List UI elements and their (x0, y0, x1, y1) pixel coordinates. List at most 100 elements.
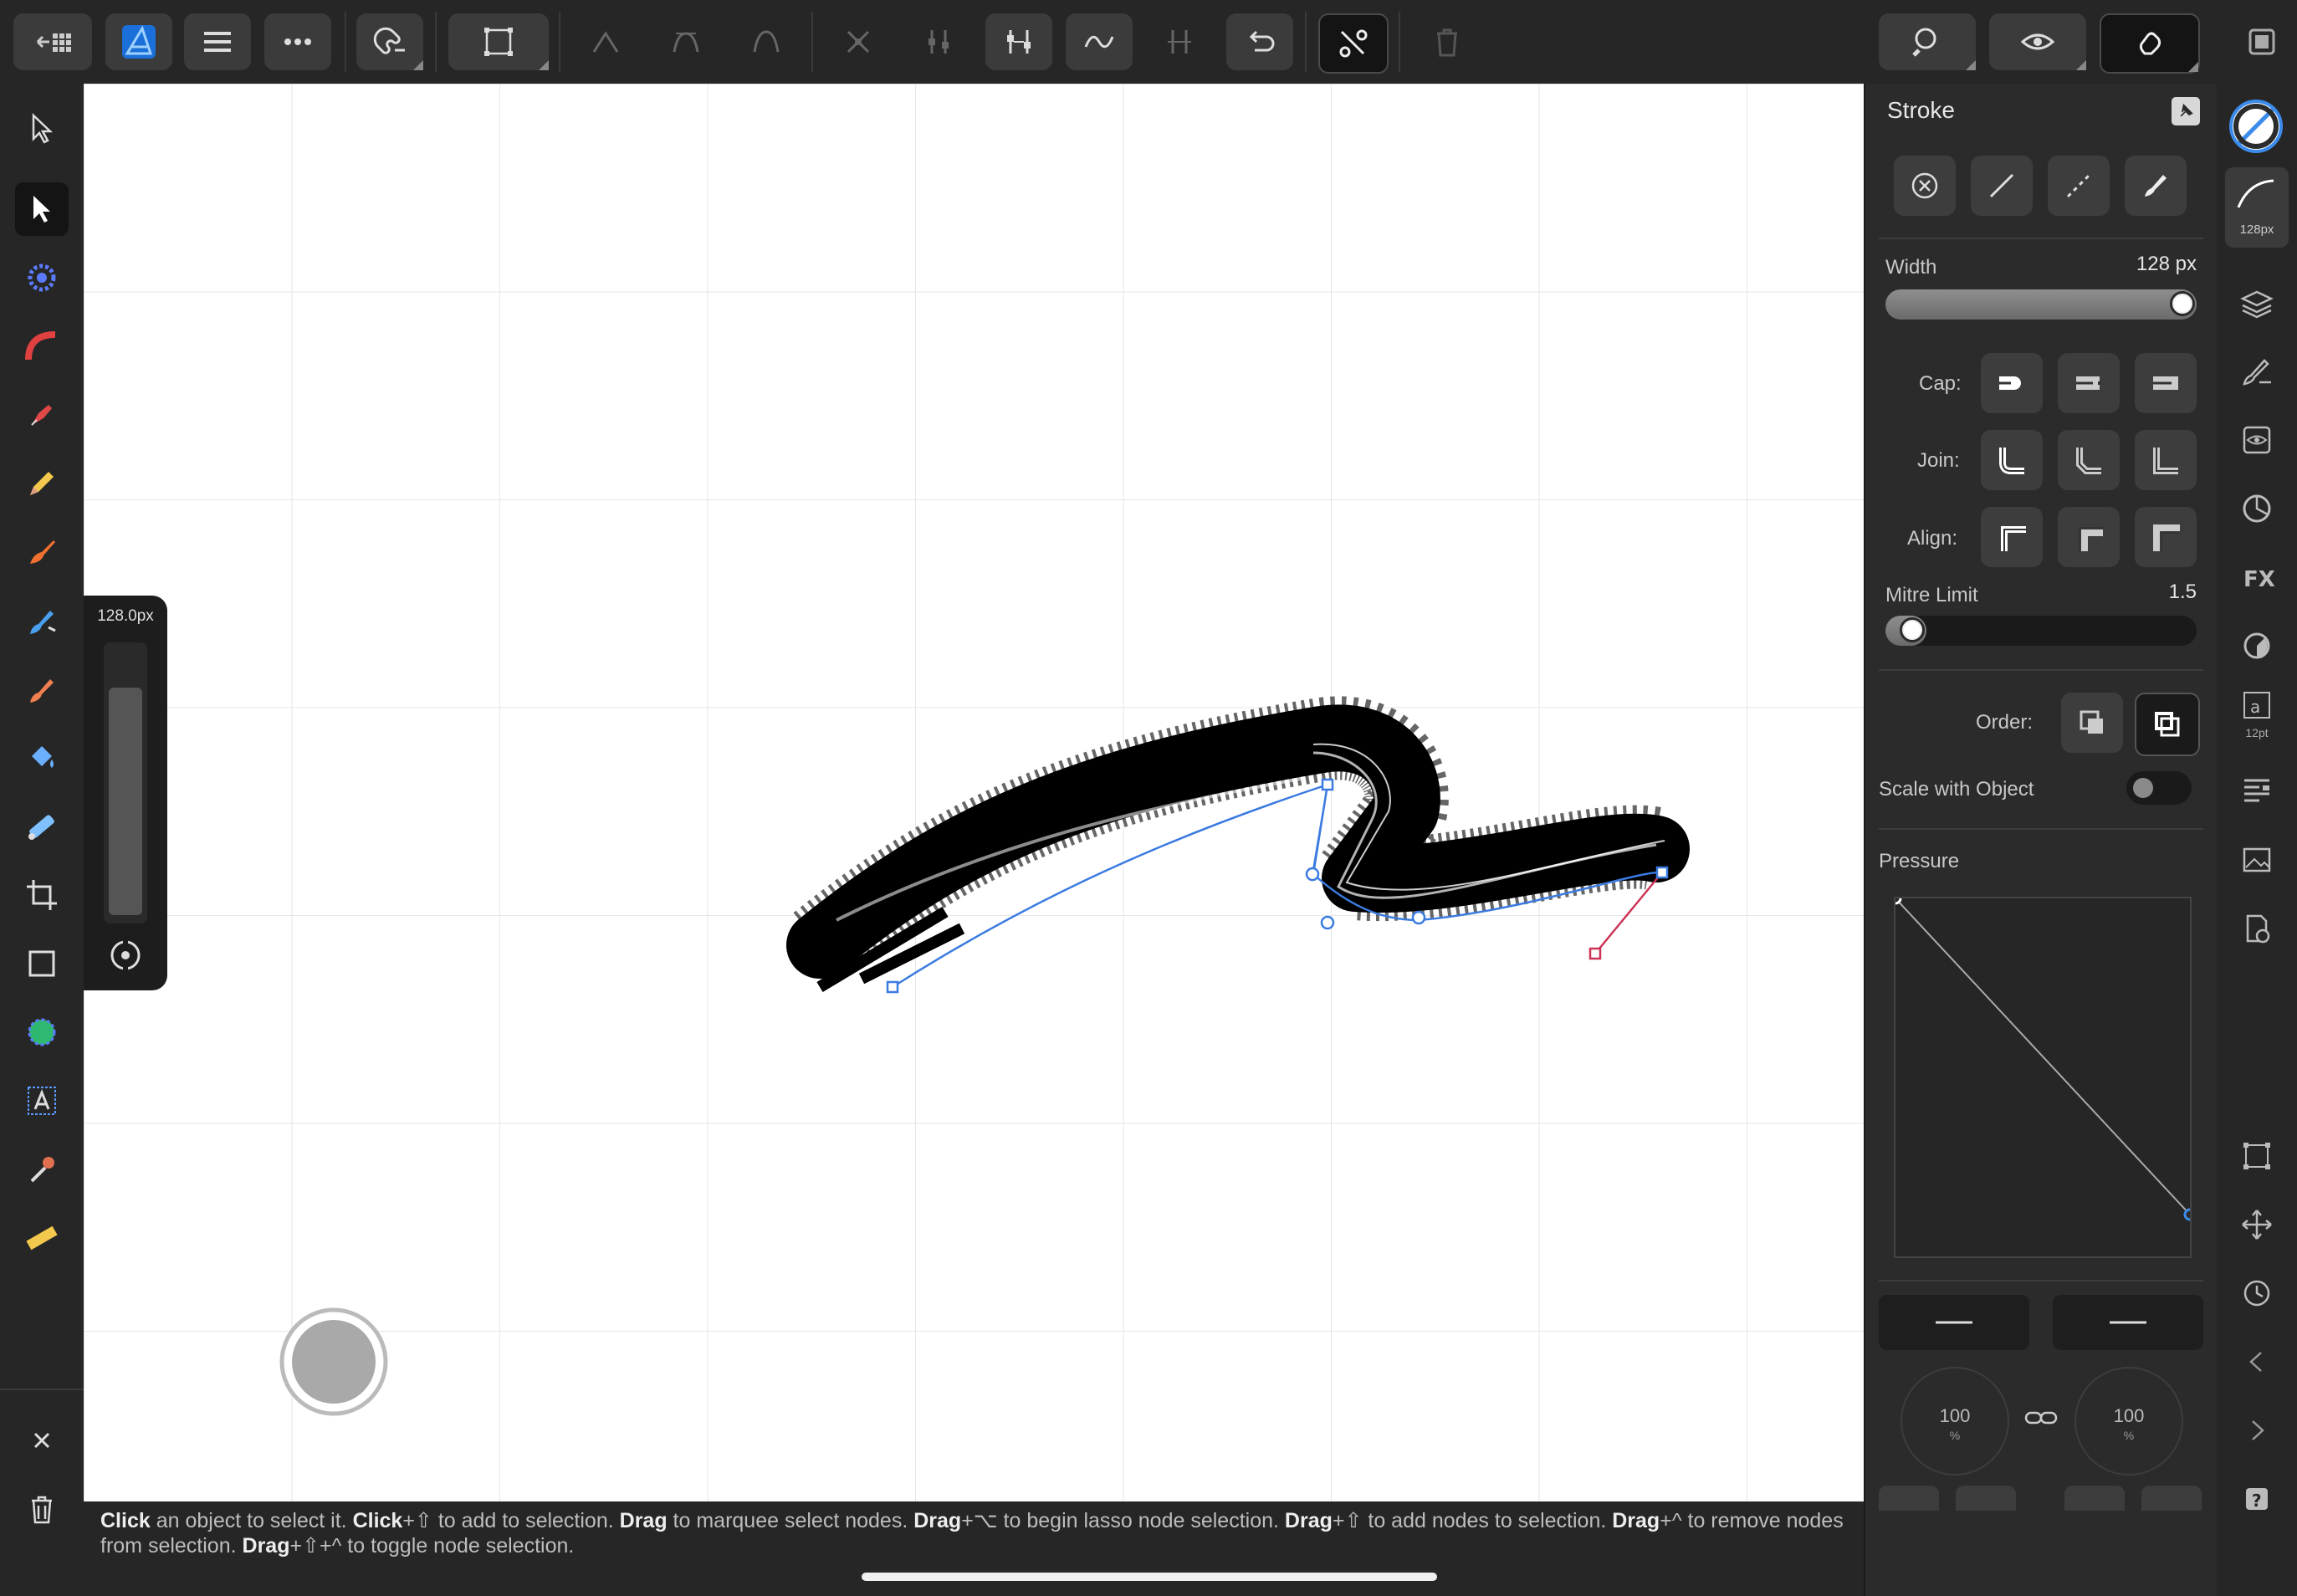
expand-panel-button[interactable] (2235, 1409, 2279, 1452)
delete-node-button[interactable] (1414, 13, 1481, 70)
smooth-curve-button[interactable] (985, 13, 1052, 70)
convert-smooth-button[interactable] (652, 13, 719, 70)
corner-tool[interactable] (15, 251, 69, 304)
measure-tool[interactable] (15, 1211, 69, 1265)
text-tool[interactable] (15, 1074, 69, 1128)
stroke-panel-tab[interactable]: 128px (2225, 167, 2289, 248)
paragraph-panel-tab[interactable] (2235, 770, 2279, 813)
panel-more-button[interactable] (2141, 1486, 2202, 1511)
convert-smart-button[interactable] (733, 13, 800, 70)
pencil-tool[interactable] (15, 457, 69, 510)
convert-sharp-button[interactable] (572, 13, 639, 70)
assistant-button[interactable] (2100, 13, 2200, 74)
cap-butt-button[interactable] (1981, 353, 2043, 413)
rectangle-tool[interactable] (15, 937, 69, 990)
panel-more-button[interactable] (1956, 1486, 2016, 1511)
assets-panel-tab[interactable] (2235, 838, 2279, 882)
history-panel-tab[interactable] (2235, 1271, 2279, 1315)
link-scale-button[interactable] (2024, 1405, 2058, 1430)
panel-more-button[interactable] (2064, 1486, 2125, 1511)
node-start[interactable] (886, 980, 899, 994)
color-picker-tool[interactable] (15, 1143, 69, 1196)
cancel-button[interactable] (15, 1414, 69, 1467)
document-canvas[interactable] (84, 84, 1864, 1501)
paint-brush-tool[interactable] (15, 662, 69, 716)
cap-square-button[interactable] (2135, 353, 2197, 413)
back-to-gallery-button[interactable] (13, 13, 92, 70)
shape-tool[interactable] (15, 1005, 69, 1059)
transparency-panel-tab[interactable] (2235, 624, 2279, 668)
mitre-limit-slider[interactable] (1885, 616, 2197, 646)
layers-panel-tab[interactable] (2235, 281, 2279, 325)
stroke-style-texture-button[interactable] (2125, 156, 2187, 216)
node-control-handle[interactable] (1588, 947, 1602, 960)
fx-panel-tab[interactable]: FX (2235, 555, 2279, 599)
align-inside-button[interactable] (2058, 507, 2120, 567)
node-tool[interactable] (15, 182, 69, 236)
join-curves-button[interactable] (1066, 13, 1133, 70)
node-end[interactable] (1655, 866, 1669, 879)
order-behind-button[interactable] (2061, 693, 2123, 753)
start-scale-dial[interactable]: 100 % (1901, 1367, 2009, 1476)
transparency-tool[interactable] (15, 800, 69, 853)
more-button[interactable] (264, 13, 331, 70)
collapse-panel-button[interactable] (2235, 1340, 2279, 1384)
end-arrowhead-button[interactable] (2053, 1295, 2203, 1350)
join-bevel-button[interactable] (2135, 430, 2197, 490)
persona-designer-button[interactable] (105, 13, 172, 70)
stroke-style-solid-button[interactable] (1971, 156, 2033, 216)
fill-brush-tool[interactable] (15, 594, 69, 647)
reverse-curve-button[interactable] (1146, 13, 1213, 70)
brush-width-target-button[interactable] (102, 932, 149, 979)
align-center-button[interactable] (1981, 507, 2043, 567)
node-handle[interactable] (1305, 867, 1320, 882)
order-front-button[interactable] (2135, 693, 2200, 756)
pressure-end-node[interactable] (2183, 1208, 2197, 1221)
node-tools-toggle-button[interactable] (1318, 13, 1389, 74)
cap-round-button[interactable] (2058, 353, 2120, 413)
delete-button[interactable] (15, 1482, 69, 1536)
transform-panel-tab[interactable] (2235, 1134, 2279, 1178)
break-curve-button[interactable] (825, 13, 892, 70)
mitre-limit-slider-knob[interactable] (1900, 617, 1925, 642)
view-mode-button[interactable] (1989, 13, 2086, 70)
home-indicator[interactable] (862, 1573, 1437, 1581)
document-settings-tab[interactable] (2235, 907, 2279, 950)
align-outside-button[interactable] (2135, 507, 2197, 567)
width-slider-knob[interactable] (2170, 291, 2195, 316)
panel-more-button[interactable] (1879, 1486, 1939, 1511)
pin-panel-button[interactable] (2172, 97, 2200, 125)
color-swatch-button[interactable] (2228, 99, 2284, 154)
move-tool[interactable] (15, 102, 69, 156)
help-button[interactable]: ? (2235, 1477, 2279, 1521)
studio-toggle-button[interactable] (2235, 13, 2289, 70)
crop-tool[interactable] (15, 868, 69, 922)
pen-tool[interactable] (15, 388, 69, 442)
fill-tool[interactable] (15, 731, 69, 785)
node-bend[interactable] (1320, 915, 1335, 930)
stroke-style-dashed-button[interactable] (2048, 156, 2110, 216)
end-scale-dial[interactable]: 100 % (2074, 1367, 2183, 1476)
navigator-panel-tab[interactable] (2235, 1203, 2279, 1246)
brush-width-slider[interactable] (104, 642, 147, 923)
undo-button[interactable] (1226, 13, 1293, 70)
pressure-start-node[interactable] (1889, 892, 1902, 905)
node-handle[interactable] (1411, 910, 1426, 925)
text-style-panel-tab[interactable]: a 12pt (2235, 689, 2279, 743)
scale-with-object-toggle[interactable] (2126, 771, 2192, 805)
modifier-button[interactable] (279, 1307, 388, 1416)
join-round-button[interactable] (2058, 430, 2120, 490)
appearance-panel-tab[interactable] (2235, 418, 2279, 462)
contour-tool[interactable] (15, 320, 69, 373)
pressure-graph[interactable] (1889, 892, 2197, 1258)
view-zoom-button[interactable] (1879, 13, 1976, 70)
node-peak[interactable] (1321, 778, 1334, 791)
close-curve-button[interactable] (905, 13, 972, 70)
join-mitre-button[interactable] (1981, 430, 2043, 490)
stroke-style-none-button[interactable] (1894, 156, 1956, 216)
brushes-panel-tab[interactable] (2235, 350, 2279, 393)
transform-mode-button[interactable] (448, 13, 549, 70)
color-panel-tab[interactable] (2235, 487, 2279, 530)
width-slider[interactable] (1885, 289, 2197, 320)
start-arrowhead-button[interactable] (1879, 1295, 2029, 1350)
